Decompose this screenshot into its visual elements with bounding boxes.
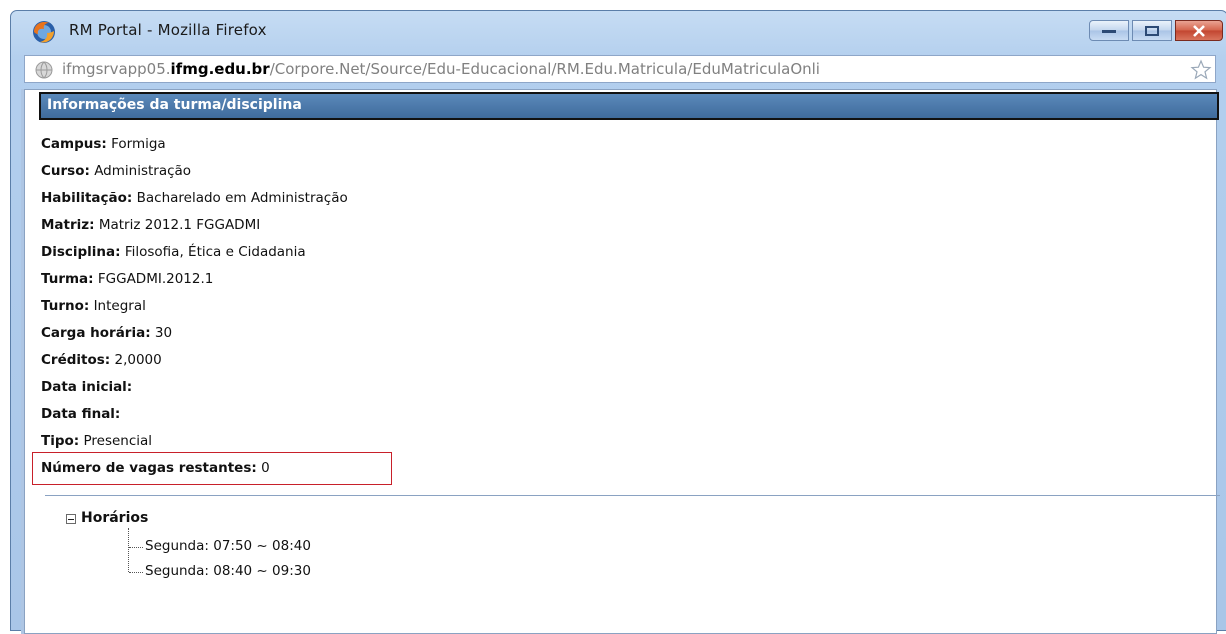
field-label: Curso: xyxy=(41,163,90,179)
browser-window: RM Portal - Mozilla Firefox ifmgsrvapp05… xyxy=(10,10,1226,634)
field-turma: Turma: FGGADMI.2012.1 xyxy=(41,271,213,287)
url-path: /Corpore.Net/Source/Edu-Educacional/RM.E… xyxy=(269,60,820,78)
field-label: Data final: xyxy=(41,406,121,422)
tree-connector-vertical xyxy=(128,528,129,572)
field-data-final: Data final: xyxy=(41,406,120,422)
url-prefix: ifmgsrvapp05. xyxy=(62,60,171,78)
section-divider xyxy=(45,495,1220,496)
tree-connector-horizontal xyxy=(129,547,143,548)
field-value: Filosofia, Ética e Cidadania xyxy=(124,244,306,260)
field-label: Campus: xyxy=(41,136,107,152)
bookmark-star-icon[interactable] xyxy=(1190,59,1212,81)
field-value: Formiga xyxy=(111,136,166,152)
field-value: 30 xyxy=(154,325,173,341)
close-button[interactable] xyxy=(1175,20,1223,41)
minimize-button[interactable] xyxy=(1089,20,1129,41)
field-creditos: Créditos: 2,0000 xyxy=(41,352,162,368)
field-value: Matriz 2012.1 FGGADMI xyxy=(98,217,261,233)
window-title: RM Portal - Mozilla Firefox xyxy=(69,21,267,39)
field-value: 2,0000 xyxy=(114,352,162,368)
minimize-icon xyxy=(1102,29,1116,33)
maximize-icon xyxy=(1145,25,1159,36)
tree-connector-horizontal xyxy=(129,572,143,573)
schedule-item[interactable]: Segunda: 08:40 ~ 09:30 xyxy=(145,563,311,579)
field-disciplina: Disciplina: Filosofia, Ética e Cidadania xyxy=(41,244,306,260)
panel-title: Informações da turma/disciplina xyxy=(47,97,302,113)
collapse-tree-icon[interactable] xyxy=(66,514,76,524)
field-habilitacao: Habilitação: Bacharelado em Administraçã… xyxy=(41,190,348,206)
panel-header: Informações da turma/disciplina xyxy=(39,92,1219,120)
field-curso: Curso: Administração xyxy=(41,163,191,179)
field-label: Turno: xyxy=(41,298,90,314)
field-matriz: Matriz: Matriz 2012.1 FGGADMI xyxy=(41,217,260,233)
field-value: Bacharelado em Administração xyxy=(136,190,348,206)
field-label: Habilitação: xyxy=(41,190,133,206)
field-campus: Campus: Formiga xyxy=(41,136,166,152)
field-carga-horaria: Carga horária: 30 xyxy=(41,325,172,341)
maximize-button[interactable] xyxy=(1132,20,1172,41)
field-label: Turma: xyxy=(41,271,94,287)
close-icon xyxy=(1193,24,1205,37)
page-content: Informações da turma/disciplina Campus: … xyxy=(24,89,1220,634)
address-bar[interactable]: ifmgsrvapp05.ifmg.edu.br/Corpore.Net/Sou… xyxy=(24,55,1216,83)
field-data-inicial: Data inicial: xyxy=(41,379,132,395)
field-label: Créditos: xyxy=(41,352,111,368)
schedule-item[interactable]: Segunda: 07:50 ~ 08:40 xyxy=(145,538,311,554)
field-label: Matriz: xyxy=(41,217,95,233)
firefox-logo-icon xyxy=(33,21,55,43)
schedule-tree-label[interactable]: Horários xyxy=(81,510,148,526)
url-domain: ifmg.edu.br xyxy=(170,60,270,78)
vagas-highlight-box xyxy=(32,452,392,485)
field-label: Data inicial: xyxy=(41,379,133,395)
field-label: Tipo: xyxy=(41,433,80,449)
field-value: Administração xyxy=(94,163,192,179)
window-controls xyxy=(1089,20,1223,42)
field-value: Presencial xyxy=(83,433,153,449)
field-value: FGGADMI.2012.1 xyxy=(97,271,214,287)
field-label: Disciplina: xyxy=(41,244,121,260)
site-identity-globe-icon[interactable] xyxy=(35,61,53,79)
field-tipo: Tipo: Presencial xyxy=(41,433,152,449)
url-text[interactable]: ifmgsrvapp05.ifmg.edu.br/Corpore.Net/Sou… xyxy=(62,60,820,78)
field-label: Carga horária: xyxy=(41,325,151,341)
field-value: Integral xyxy=(93,298,146,314)
field-turno: Turno: Integral xyxy=(41,298,146,314)
title-bar[interactable]: RM Portal - Mozilla Firefox xyxy=(11,11,1226,49)
